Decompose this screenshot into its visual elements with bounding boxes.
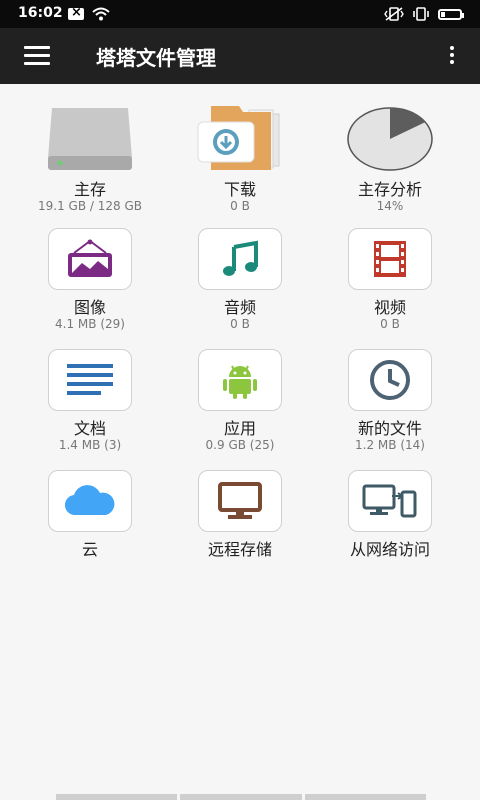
category-sub: 14% [376,199,404,213]
category-audio[interactable]: 音频 0 B [160,228,320,338]
category-label: 主存 [73,180,106,199]
hamburger-menu-icon[interactable] [24,46,50,66]
category-label: 新的文件 [357,419,422,438]
app-title: 塔塔文件管理 [96,46,216,70]
category-label: 音频 [223,298,256,317]
music-note-icon [223,240,258,276]
battery-icon [438,8,464,20]
bottom-edge-strip [56,794,426,800]
documents-tile [48,349,132,411]
category-network-access[interactable]: 从网络访问 [310,470,470,570]
category-new-files[interactable]: 新的文件 1.2 MB (14) [310,349,470,459]
remote-storage-tile [198,470,282,532]
android-icon [223,365,257,399]
new-files-tile [348,349,432,411]
vibrate-icon [384,7,404,21]
network-access-tile [348,470,432,532]
category-label: 文档 [73,419,106,438]
notification-icon [68,5,84,20]
download-folder-icon [197,106,280,170]
category-sub: 1.4 MB (3) [58,438,122,452]
category-remote-storage[interactable]: 远程存储 [160,470,320,570]
status-bar: 16:02 [0,0,480,28]
phone-vibrate-icon [413,7,429,21]
status-time: 16:02 [18,5,63,21]
pie-chart-icon [347,107,433,171]
category-sub: 19.1 GB / 128 GB [38,199,142,213]
category-label: 远程存储 [207,540,272,559]
audio-tile [198,228,282,290]
monitor-icon [218,482,262,519]
category-label: 主存分析 [357,180,422,199]
category-cloud[interactable]: 云 [10,470,170,570]
category-video[interactable]: 视频 0 B [310,228,470,338]
category-label: 视频 [373,298,406,317]
devices-network-icon [362,484,417,518]
category-sub: 1.2 MB (14) [355,438,425,452]
category-downloads[interactable]: 下载 0 B [160,106,320,236]
app-toolbar: 塔塔文件管理 [0,28,480,84]
category-sub: 0 B [230,199,250,213]
cloud-icon [64,485,115,516]
video-tile [348,228,432,290]
category-label: 下载 [223,180,256,199]
hard-drive-icon [48,108,132,170]
category-sub: 0 B [380,317,400,331]
category-sub: 0 B [230,317,250,331]
category-label: 应用 [223,419,256,438]
images-tile [48,228,132,290]
picture-frame-icon [68,239,112,277]
category-sub: 4.1 MB (29) [55,317,125,331]
cloud-tile [48,470,132,532]
category-apps[interactable]: 应用 0.9 GB (25) [160,349,320,459]
wifi-icon [92,7,110,21]
category-label: 图像 [73,298,106,317]
category-images[interactable]: 图像 4.1 MB (29) [10,228,170,338]
apps-tile [198,349,282,411]
category-label: 云 [81,540,98,559]
category-sub: 0.9 GB (25) [205,438,275,452]
film-strip-icon [374,241,406,277]
more-options-icon[interactable] [448,46,456,66]
document-lines-icon [67,364,113,395]
category-storage-analysis[interactable]: 主存分析 14% [310,106,470,236]
clock-icon [370,360,410,400]
category-label: 从网络访问 [349,540,430,559]
category-primary-storage[interactable]: 主存 19.1 GB / 128 GB [10,106,170,236]
category-documents[interactable]: 文档 1.4 MB (3) [10,349,170,459]
